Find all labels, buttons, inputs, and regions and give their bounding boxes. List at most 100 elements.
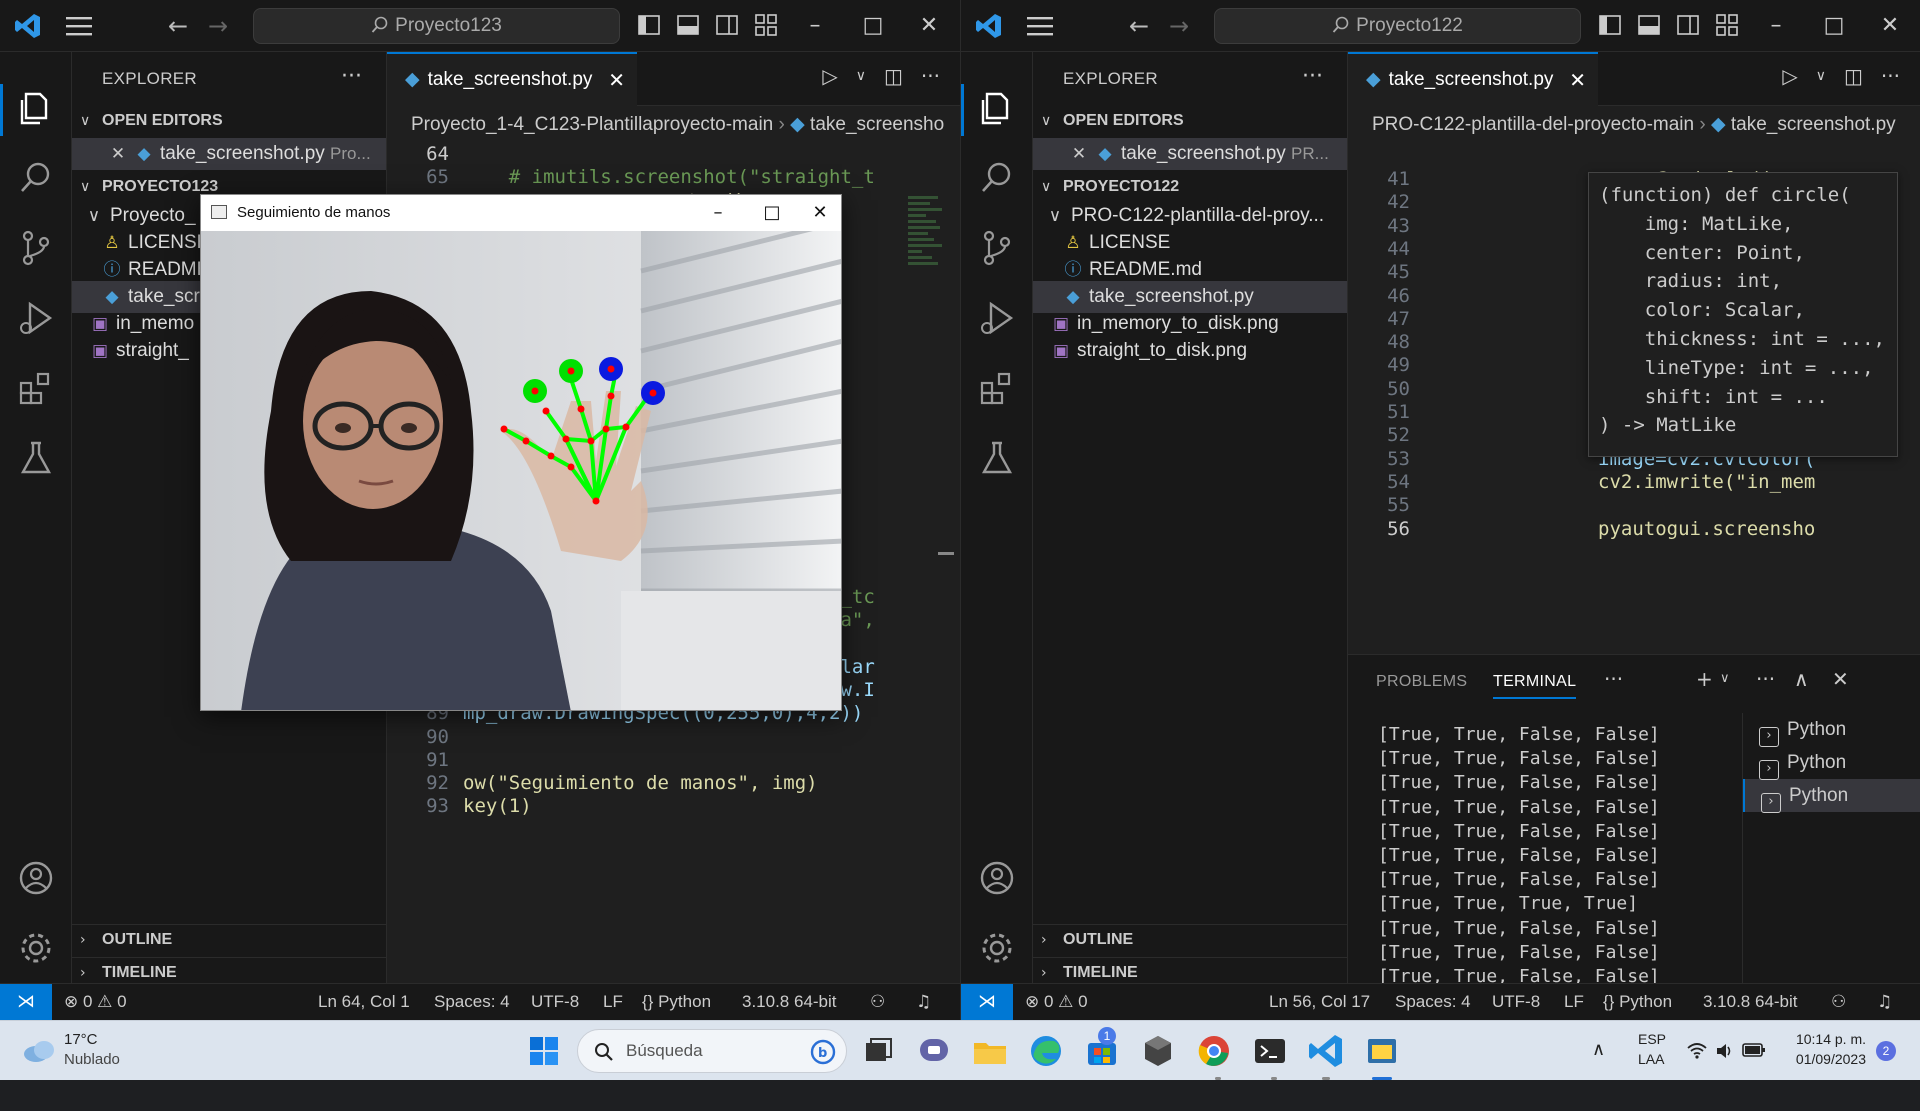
explorer-icon[interactable] — [16, 88, 56, 128]
indentation[interactable]: Spaces: 4 — [434, 984, 510, 1020]
close-panel-icon[interactable]: ✕ — [1832, 667, 1849, 691]
chevron-up-icon[interactable]: ∧ — [1592, 1039, 1605, 1099]
terminal-item[interactable]: › Python — [1743, 713, 1920, 747]
terminal-output[interactable]: [True, True, False, False] [True, True, … — [1378, 723, 1660, 983]
encoding[interactable]: UTF-8 — [531, 984, 579, 1020]
chevron-down-icon[interactable]: ∨ — [1720, 671, 1730, 686]
timeline-section[interactable]: › TIMELINE — [1033, 957, 1347, 983]
tab-take-screenshot[interactable]: ◆ take_screenshot.py ✕ — [1348, 52, 1598, 106]
project-section[interactable]: ∨ PROYECTO122 — [1033, 172, 1347, 202]
open-editors-section[interactable]: ∨ OPEN EDITORS — [72, 106, 386, 136]
toggle-primary-sidebar-icon[interactable] — [1599, 14, 1621, 36]
python-interpreter[interactable]: 3.10.8 64-bit — [742, 984, 837, 1020]
wifi-icon[interactable] — [1686, 1041, 1708, 1101]
app-cube-icon[interactable] — [1138, 1031, 1178, 1071]
cursor-position[interactable]: Ln 64, Col 1 — [318, 984, 410, 1020]
toggle-secondary-sidebar-icon[interactable] — [716, 14, 738, 36]
chrome-browser-icon[interactable] — [1194, 1031, 1234, 1071]
forward-arrow-icon[interactable]: → — [1169, 14, 1189, 38]
toggle-panel-icon[interactable] — [1638, 14, 1660, 36]
open-editor-item[interactable]: ✕ ◆ take_screenshot.py Pro... — [72, 138, 386, 170]
more-actions-icon[interactable]: ··· — [921, 64, 940, 88]
cursor-position[interactable]: Ln 56, Col 17 — [1269, 984, 1370, 1020]
outline-section[interactable]: › OUTLINE — [72, 924, 386, 954]
accounts-status-icon[interactable]: ⚇ — [870, 984, 885, 1020]
timeline-section[interactable]: › TIMELINE — [72, 957, 386, 983]
breadcrumb-folder[interactable]: Proyecto_1-4_C123-Plantillaproyecto-main — [411, 114, 773, 135]
opencv-title-bar[interactable]: Seguimiento de manos – □ ✕ — [201, 195, 841, 231]
terminal-item[interactable]: › Python — [1743, 779, 1920, 813]
file-explorer-icon[interactable] — [970, 1031, 1010, 1071]
battery-icon[interactable] — [1742, 1042, 1766, 1102]
tab-take-screenshot[interactable]: ◆ take_screenshot.py ✕ — [387, 52, 637, 106]
problems-indicator[interactable]: ⊗ 0 ⚠ 0 — [64, 984, 127, 1020]
remote-icon[interactable]: ⋊ — [961, 984, 1013, 1020]
close-icon[interactable]: ✕ — [900, 0, 958, 52]
forward-arrow-icon[interactable]: → — [208, 14, 228, 38]
toggle-panel-icon[interactable] — [677, 14, 699, 36]
accounts-icon[interactable] — [977, 858, 1017, 898]
more-actions-icon[interactable]: ··· — [1604, 667, 1623, 691]
breadcrumb-folder[interactable]: PRO-C122-plantilla-del-proyecto-main — [1372, 114, 1694, 135]
maximize-panel-icon[interactable]: ∧ — [1794, 667, 1809, 691]
breadcrumb-file[interactable]: take_screenshot.py — [1731, 114, 1896, 135]
notification-count-badge[interactable]: 2 — [1876, 1041, 1896, 1061]
testing-icon[interactable] — [16, 438, 56, 478]
run-debug-icon[interactable] — [16, 298, 56, 338]
search-icon[interactable] — [977, 158, 1017, 198]
close-tab-icon[interactable]: ✕ — [1569, 54, 1586, 106]
accounts-icon[interactable] — [16, 858, 56, 898]
command-center-search[interactable]: Proyecto122 — [1214, 8, 1581, 44]
chevron-down-icon[interactable]: ∨ — [1816, 68, 1826, 84]
minimap[interactable] — [908, 196, 944, 326]
maximize-icon[interactable]: □ — [749, 195, 795, 231]
notifications-bell-icon[interactable]: ♫ — [1877, 984, 1892, 1020]
close-icon[interactable]: ✕ — [797, 195, 841, 231]
customize-layout-icon[interactable] — [755, 14, 777, 36]
notifications-bell-icon[interactable]: ♫ — [916, 984, 931, 1020]
explorer-icon[interactable] — [977, 88, 1017, 128]
keyboard-layout[interactable]: LAA — [1638, 1051, 1664, 1111]
outline-section[interactable]: › OUTLINE — [1033, 924, 1347, 954]
settings-gear-icon[interactable] — [977, 928, 1017, 968]
minimize-icon[interactable]: – — [1747, 0, 1805, 52]
split-editor-icon[interactable]: ◫ — [884, 64, 903, 88]
source-control-icon[interactable] — [977, 228, 1017, 268]
opencv-window[interactable]: Seguimiento de manos – □ ✕ — [200, 194, 842, 711]
volume-icon[interactable] — [1714, 1041, 1734, 1101]
breadcrumb-file[interactable]: take_screensho — [810, 114, 944, 135]
more-actions-icon[interactable]: ··· — [1302, 64, 1323, 89]
menu-icon[interactable] — [1027, 15, 1053, 37]
menu-icon[interactable] — [66, 15, 92, 37]
more-actions-icon[interactable]: ··· — [1756, 667, 1775, 691]
back-arrow-icon[interactable]: ← — [168, 14, 188, 38]
run-icon[interactable]: ▷ — [822, 64, 837, 88]
scrollbar-thumb[interactable] — [938, 552, 954, 555]
indentation[interactable]: Spaces: 4 — [1395, 984, 1471, 1020]
tab-problems[interactable]: PROBLEMS — [1376, 673, 1467, 691]
tree-item-straight[interactable]: ▣ straight_to_disk.png — [1033, 335, 1347, 367]
toggle-primary-sidebar-icon[interactable] — [638, 14, 660, 36]
encoding[interactable]: UTF-8 — [1492, 984, 1540, 1020]
task-view-icon[interactable] — [858, 1031, 898, 1071]
windows-start-icon[interactable] — [524, 1031, 564, 1071]
more-actions-icon[interactable]: ··· — [341, 64, 362, 89]
terminal-app-icon[interactable] — [1250, 1031, 1290, 1071]
search-icon[interactable] — [16, 158, 56, 198]
maximize-icon[interactable]: □ — [1805, 0, 1863, 52]
back-arrow-icon[interactable]: ← — [1129, 14, 1149, 38]
open-editors-section[interactable]: ∨ OPEN EDITORS — [1033, 106, 1347, 136]
extensions-icon[interactable] — [16, 368, 56, 408]
command-center-search[interactable]: Proyecto123 — [253, 8, 620, 44]
minimize-icon[interactable]: – — [786, 0, 844, 52]
python-app-icon[interactable] — [1362, 1031, 1402, 1071]
tab-terminal[interactable]: TERMINAL — [1493, 673, 1577, 699]
testing-icon[interactable] — [977, 438, 1017, 478]
end-of-line[interactable]: LF — [603, 984, 623, 1020]
accounts-status-icon[interactable]: ⚇ — [1831, 984, 1846, 1020]
language-mode[interactable]: {} Python — [1603, 984, 1672, 1020]
vscode-taskbar-icon[interactable] — [1306, 1031, 1346, 1071]
source-control-icon[interactable] — [16, 228, 56, 268]
extensions-icon[interactable] — [977, 368, 1017, 408]
customize-layout-icon[interactable] — [1716, 14, 1738, 36]
